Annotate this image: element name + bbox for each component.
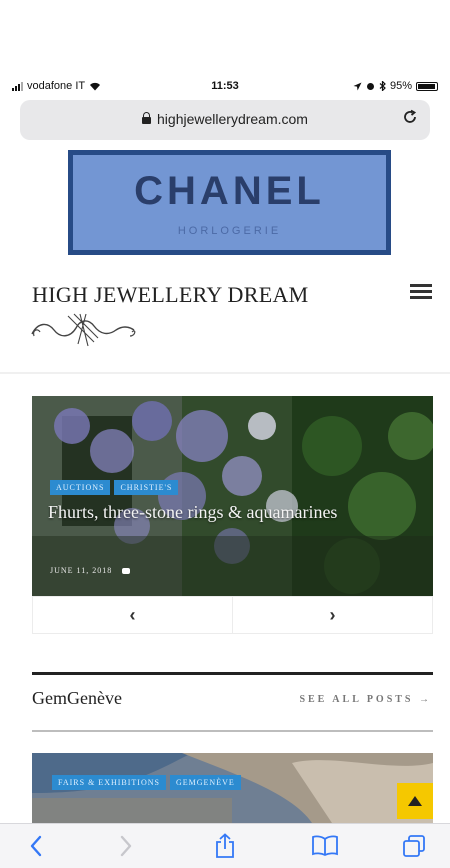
url-label: highjewellerydream.com — [157, 111, 308, 127]
status-right: 95% — [353, 80, 438, 92]
site-title[interactable]: HIGH JEWELLERY DREAM — [32, 282, 309, 308]
post-date: JUNE 11, 2018 — [50, 566, 113, 575]
header-divider — [0, 372, 450, 374]
url-bar[interactable]: highjewellerydream.com — [20, 100, 430, 140]
slider-tags: AUCTIONS CHRISTIE'S — [50, 480, 179, 495]
battery-icon — [416, 81, 438, 91]
share-icon[interactable] — [211, 832, 239, 860]
slider-nav: ‹ › — [32, 596, 433, 634]
lock-icon — [142, 112, 152, 124]
comment-icon[interactable] — [122, 567, 131, 574]
alarm-icon — [366, 82, 374, 90]
section-top-rule — [32, 672, 433, 675]
post-card-tags: FAIRS & EXHIBITIONS GEMGENÈVE — [52, 775, 241, 790]
tabs-icon[interactable] — [400, 832, 428, 860]
reload-icon[interactable] — [402, 109, 418, 130]
tag-fairs-exhibitions[interactable]: FAIRS & EXHIBITIONS — [52, 775, 166, 790]
arrow-up-icon — [408, 796, 422, 806]
see-all-posts-link[interactable]: SEE ALL POSTS → — [299, 694, 432, 705]
post-card[interactable]: FAIRS & EXHIBITIONS GEMGENÈVE — [32, 753, 433, 823]
flourish-logo[interactable] — [28, 308, 138, 348]
url-display[interactable]: highjewellerydream.com — [20, 111, 430, 127]
site-header: HIGH JEWELLERY DREAM — [31, 278, 432, 348]
slider-prev-button[interactable]: ‹ — [33, 597, 232, 633]
slider-next-button[interactable]: › — [232, 597, 432, 633]
section-bottom-rule — [32, 730, 433, 732]
tag-gemgeneve[interactable]: GEMGENÈVE — [169, 775, 241, 790]
battery-percent: 95% — [389, 80, 412, 92]
bookmarks-icon[interactable] — [311, 832, 339, 860]
tag-christies[interactable]: CHRISTIE'S — [114, 480, 179, 495]
browser-toolbar — [0, 823, 450, 868]
ad-banner[interactable]: CHANEL HORLOGERIE — [68, 150, 391, 255]
ad-brand: CHANEL — [134, 169, 325, 213]
back-icon[interactable] — [22, 832, 50, 860]
tag-auctions[interactable]: AUCTIONS — [50, 480, 111, 495]
section-title: GemGenève — [32, 688, 122, 708]
page: vodafone IT 11:53 95% highjewellerydream… — [0, 0, 450, 868]
forward-icon[interactable] — [112, 832, 140, 860]
slider-meta: JUNE 11, 2018 — [50, 566, 131, 575]
ad-subtitle: HORLOGERIE — [177, 225, 282, 237]
slider-post-title[interactable]: Fhurts, three-stone rings & aquamarines — [48, 502, 348, 523]
status-bar: vodafone IT 11:53 95% — [0, 76, 450, 98]
featured-slider[interactable]: AUCTIONS CHRISTIE'S Fhurts, three-stone … — [32, 396, 433, 596]
hamburger-icon[interactable] — [410, 284, 432, 300]
location-icon — [353, 82, 362, 90]
back-to-top-button[interactable] — [397, 783, 433, 819]
bluetooth-icon — [379, 81, 386, 91]
